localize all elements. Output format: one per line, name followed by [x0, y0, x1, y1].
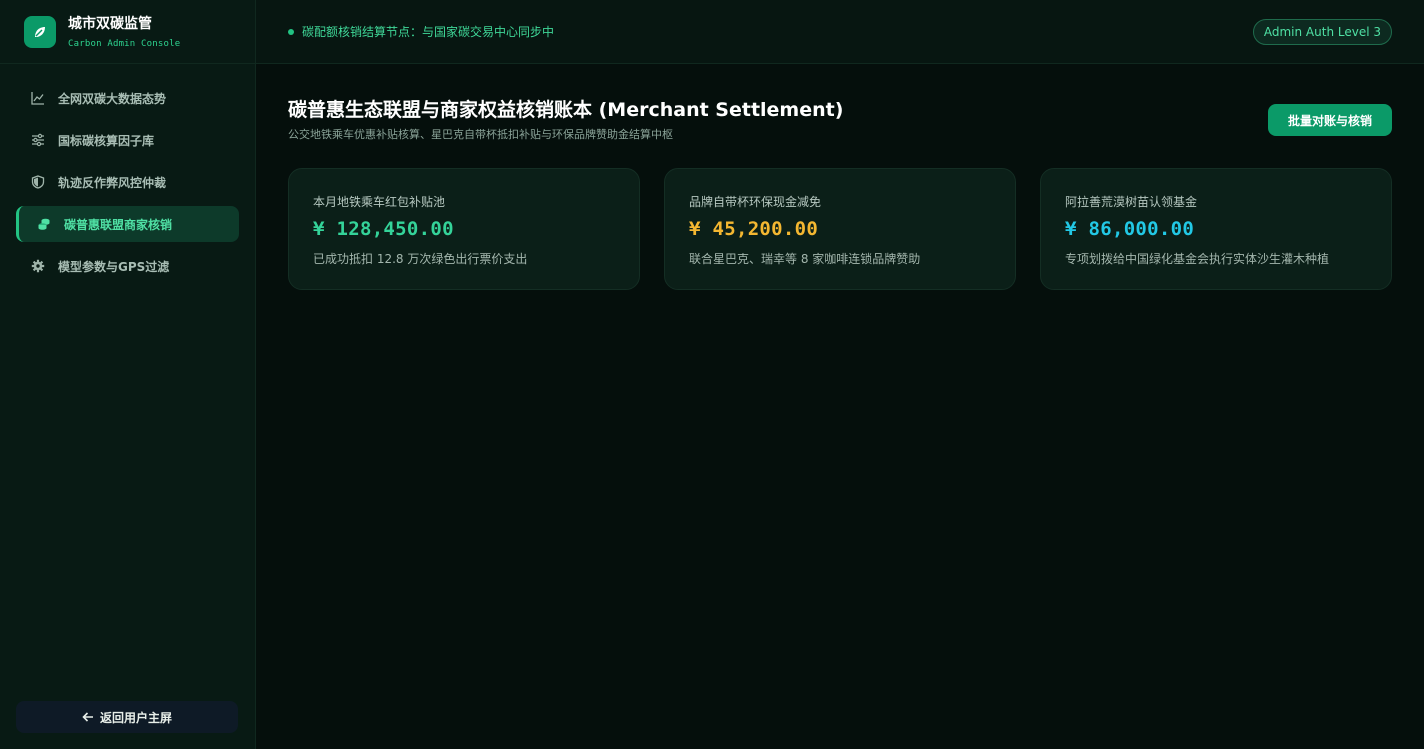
- status-dot-icon: [288, 28, 294, 35]
- stat-card-metro-subsidy: 本月地铁乘车红包补贴池 ¥ 128,450.00 已成功抵扣 12.8 万次绿色…: [288, 168, 640, 290]
- card-label: 本月地铁乘车红包补贴池: [313, 195, 446, 209]
- arrow-left-icon: [82, 708, 94, 727]
- main-area: 碳配额核销结算节点：与国家碳交易中心同步中 Admin Auth Level 3…: [256, 0, 1424, 749]
- page-header: 碳普惠生态联盟与商家权益核销账本 (Merchant Settlement) 公…: [288, 98, 1392, 142]
- sidebar-item-factors[interactable]: 国标碳核算因子库: [16, 122, 239, 158]
- card-note: 已成功抵扣 12.8 万次绿色出行票价支出: [313, 252, 528, 266]
- auth-level-badge: Admin Auth Level 3: [1252, 18, 1392, 45]
- sidebar-item-label: 国标碳核算因子库: [58, 133, 155, 148]
- sidebar-item-model-params[interactable]: 模型参数与GPS过滤: [16, 248, 239, 284]
- chart-line-icon: [30, 90, 46, 106]
- sidebar-item-risk-control[interactable]: 轨迹反作弊风控仲裁: [16, 164, 239, 200]
- status-text: 碳配额核销结算节点：与国家碳交易中心同步中: [302, 25, 555, 39]
- back-to-home-button[interactable]: 返回用户主屏: [16, 701, 238, 733]
- sliders-icon: [30, 132, 46, 148]
- sync-status: 碳配额核销结算节点：与国家碳交易中心同步中: [288, 23, 554, 40]
- gear-icon: [30, 258, 46, 274]
- shield-icon: [30, 174, 46, 190]
- card-label: 品牌自带杯环保现金减免: [689, 195, 822, 209]
- sidebar-item-label: 全网双碳大数据态势: [58, 91, 167, 106]
- card-note: 联合星巴克、瑞幸等 8 家咖啡连锁品牌赞助: [689, 252, 921, 266]
- app-root: 城市双碳监管 Carbon Admin Console 全网双碳大数据态势 国标…: [0, 0, 1424, 749]
- card-note: 专项划拨给中国绿化基金会执行实体沙生灌木种植: [1065, 252, 1330, 266]
- leaf-icon: [24, 15, 56, 48]
- sidebar-item-overview[interactable]: 全网双碳大数据态势: [16, 80, 239, 116]
- sidebar-item-label: 碳普惠联盟商家核销: [64, 217, 173, 232]
- stat-card-cup-discount: 品牌自带杯环保现金减免 ¥ 45,200.00 联合星巴克、瑞幸等 8 家咖啡连…: [664, 168, 1016, 290]
- brand: 城市双碳监管 Carbon Admin Console: [0, 0, 255, 64]
- topbar: 碳配额核销结算节点：与国家碳交易中心同步中 Admin Auth Level 3: [256, 0, 1424, 64]
- page-subtitle: 公交地铁乘车优惠补贴核算、星巴克自带杯抵扣补贴与环保品牌赞助金结算中枢: [288, 128, 673, 141]
- sidebar-item-label: 模型参数与GPS过滤: [58, 259, 170, 274]
- sidebar-nav: 全网双碳大数据态势 国标碳核算因子库 轨迹反作弊风控仲裁 碳普惠联盟商家核销 模…: [0, 64, 255, 300]
- card-value: ¥ 45,200.00: [689, 218, 819, 240]
- card-value: ¥ 86,000.00: [1065, 218, 1195, 240]
- page-title: 碳普惠生态联盟与商家权益核销账本 (Merchant Settlement): [288, 99, 844, 121]
- back-button-label: 返回用户主屏: [99, 710, 172, 725]
- brand-subtitle: Carbon Admin Console: [68, 38, 181, 49]
- sidebar: 城市双碳监管 Carbon Admin Console 全网双碳大数据态势 国标…: [0, 0, 256, 749]
- card-value: ¥ 128,450.00: [313, 218, 454, 240]
- brand-title: 城市双碳监管: [68, 15, 152, 32]
- batch-reconcile-button[interactable]: 批量对账与核销: [1267, 104, 1392, 136]
- sidebar-item-merchant-settlement[interactable]: 碳普惠联盟商家核销: [16, 206, 239, 242]
- sidebar-item-label: 轨迹反作弊风控仲裁: [58, 175, 167, 190]
- summary-cards: 本月地铁乘车红包补贴池 ¥ 128,450.00 已成功抵扣 12.8 万次绿色…: [288, 168, 1392, 290]
- coins-icon: [36, 216, 52, 232]
- card-label: 阿拉善荒漠树苗认领基金: [1065, 195, 1198, 209]
- stat-card-tree-fund: 阿拉善荒漠树苗认领基金 ¥ 86,000.00 专项划拨给中国绿化基金会执行实体…: [1040, 168, 1392, 290]
- content: 碳普惠生态联盟与商家权益核销账本 (Merchant Settlement) 公…: [256, 64, 1424, 290]
